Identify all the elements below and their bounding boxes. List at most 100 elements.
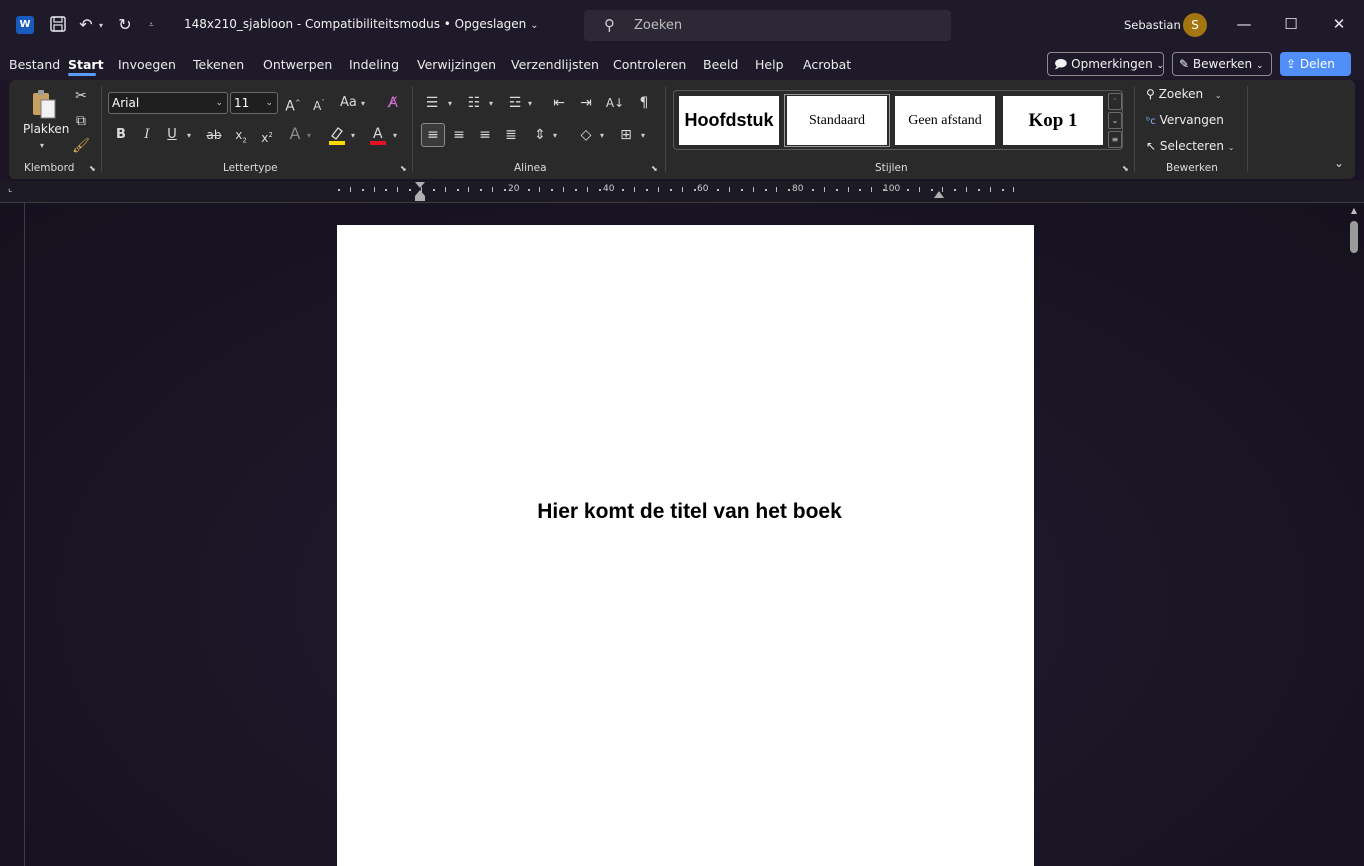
style-kop-1[interactable]: Kop 1 [1003,96,1103,145]
tab-verzendlijsten[interactable]: Verzendlijsten [511,57,599,72]
line-spacing-icon[interactable]: ⇕ [531,126,549,144]
italic-icon[interactable]: I [139,126,155,144]
align-left-button[interactable]: ≡ [421,123,445,147]
style-hoofdstuk[interactable]: Hoofdstuk [679,96,779,145]
sort-icon[interactable]: A↓ [605,94,625,112]
document-title[interactable]: 148x210_sjabloon - Compatibiliteitsmodus… [184,17,539,31]
paste-dropdown-icon[interactable]: ▾ [40,141,44,150]
ruler [0,181,1364,203]
bullets-dropdown-icon[interactable]: ▾ [448,99,452,108]
tab-tekenen[interactable]: Tekenen [193,57,244,72]
shrink-font-icon[interactable]: Aˇ [310,94,328,115]
tab-stop-selector-icon[interactable]: ⌞ [8,184,12,194]
font-color-dropdown-icon[interactable]: ▾ [393,131,397,140]
redo-icon[interactable]: ↻ [115,15,135,35]
font-name-field[interactable]: Arial ⌄ [108,92,228,114]
comments-button[interactable]: 🗩 Opmerkingen ⌄ [1047,52,1164,76]
book-title-text[interactable]: Hier komt de titel van het boek [337,500,1042,524]
multilevel-dropdown-icon[interactable]: ▾ [528,99,532,108]
font-size-field[interactable]: 11 ⌄ [230,92,278,114]
superscript-icon[interactable]: x2 [258,126,276,147]
bullets-icon[interactable]: ☰ [423,94,441,112]
style-geen-afstand[interactable]: Geen afstand [895,96,995,145]
collapse-ribbon-icon[interactable]: ⌄ [1334,156,1344,170]
grow-font-icon[interactable]: A^ [284,94,302,116]
format-painter-icon[interactable]: 🖌 [72,137,90,155]
dialog-launcher-icon[interactable]: ⬊ [1122,164,1129,173]
gallery-scroll-down-icon[interactable]: ⌄ [1108,112,1122,129]
undo-dropdown-icon[interactable]: ▾ [99,21,103,30]
line-spacing-dropdown-icon[interactable]: ▾ [553,131,557,140]
margin-line [24,203,25,866]
vertical-scrollbar[interactable] [1346,203,1364,866]
decrease-indent-icon[interactable]: ⇤ [550,94,568,112]
change-case-button[interactable]: Aa ▾ [340,95,365,110]
dialog-launcher-icon[interactable]: ⬊ [89,164,96,173]
numbering-dropdown-icon[interactable]: ▾ [489,99,493,108]
shading-dropdown-icon[interactable]: ▾ [600,131,604,140]
document-page[interactable] [337,225,1034,866]
copy-icon[interactable]: ⧉ [72,112,90,130]
ruler-tick [694,189,696,191]
tab-indeling[interactable]: Indeling [349,57,399,72]
borders-icon[interactable]: ⊞ [617,126,635,144]
indent-marker-icon[interactable] [415,182,425,202]
text-effects-icon[interactable]: A [286,125,304,143]
paste-label[interactable]: Plakken [23,122,69,136]
tab-controleren[interactable]: Controleren [613,57,686,72]
justify-icon[interactable]: ≣ [502,126,520,144]
dialog-launcher-icon[interactable]: ⬊ [400,164,407,173]
style-standaard[interactable]: Standaard [787,96,887,145]
user-name[interactable]: Sebastian [1124,18,1181,32]
tab-start[interactable]: Start [68,57,104,72]
scrollbar-thumb[interactable] [1350,221,1358,253]
align-right-icon[interactable]: ≡ [476,126,494,144]
undo-icon[interactable]: ↶ [76,15,96,35]
share-button[interactable]: ⇪ Delen [1280,52,1351,76]
quick-access-customize-icon[interactable]: ⩡ [149,20,154,30]
tab-bestand[interactable]: Bestand [9,57,60,72]
strikethrough-icon[interactable]: ab [204,126,224,144]
close-icon[interactable]: ✕ [1329,14,1349,34]
highlight-color-icon[interactable] [326,124,348,146]
gallery-more-icon[interactable]: ≡ [1108,131,1122,148]
scroll-up-icon[interactable]: ▲ [1349,206,1359,215]
minimize-icon[interactable]: — [1234,14,1254,34]
find-button[interactable]: ⚲ Zoeken ⌄ [1146,87,1222,101]
tab-verwijzingen[interactable]: Verwijzingen [417,57,496,72]
underline-icon[interactable]: U [164,126,180,144]
ruler-tick [741,189,743,191]
tab-acrobat[interactable]: Acrobat [803,57,851,72]
text-effects-dropdown-icon[interactable]: ▾ [307,131,311,140]
borders-dropdown-icon[interactable]: ▾ [641,131,645,140]
multilevel-list-icon[interactable]: ☲ [506,94,524,112]
numbering-icon[interactable]: ☷ [465,94,483,112]
chevron-down-icon: ⌄ [265,98,273,108]
shading-icon[interactable]: ◇ [577,126,595,144]
edit-mode-button[interactable]: ✎ Bewerken ⌄ [1172,52,1272,76]
tab-help[interactable]: Help [755,57,784,72]
font-color-icon[interactable]: A [367,124,389,146]
gallery-scroll-up-icon[interactable]: ⌃ [1108,93,1122,110]
tab-beeld[interactable]: Beeld [703,57,738,72]
avatar[interactable]: S [1183,13,1207,37]
bold-icon[interactable]: B [113,126,129,144]
save-icon[interactable] [48,15,68,38]
clear-formatting-icon[interactable]: A̸ [384,94,402,112]
tab-invoegen[interactable]: Invoegen [118,57,176,72]
underline-dropdown-icon[interactable]: ▾ [187,131,191,140]
dialog-launcher-icon[interactable]: ⬊ [651,164,658,173]
increase-indent-icon[interactable]: ⇥ [577,94,595,112]
select-button[interactable]: ↖ Selecteren ⌄ [1146,139,1234,153]
highlight-dropdown-icon[interactable]: ▾ [351,131,355,140]
maximize-icon[interactable]: ☐ [1281,14,1301,34]
align-center-icon[interactable]: ≡ [450,126,468,144]
cut-icon[interactable]: ✂ [72,87,90,105]
tab-ontwerpen[interactable]: Ontwerpen [263,57,332,72]
replace-button[interactable]: ᵇc Vervangen [1146,113,1224,127]
subscript-icon[interactable]: x2 [232,126,250,149]
ruler-tick [1002,189,1004,191]
paste-icon[interactable] [28,88,62,122]
show-formatting-marks-icon[interactable]: ¶ [636,94,652,112]
search-box[interactable]: ⚲ Zoeken [584,10,951,41]
